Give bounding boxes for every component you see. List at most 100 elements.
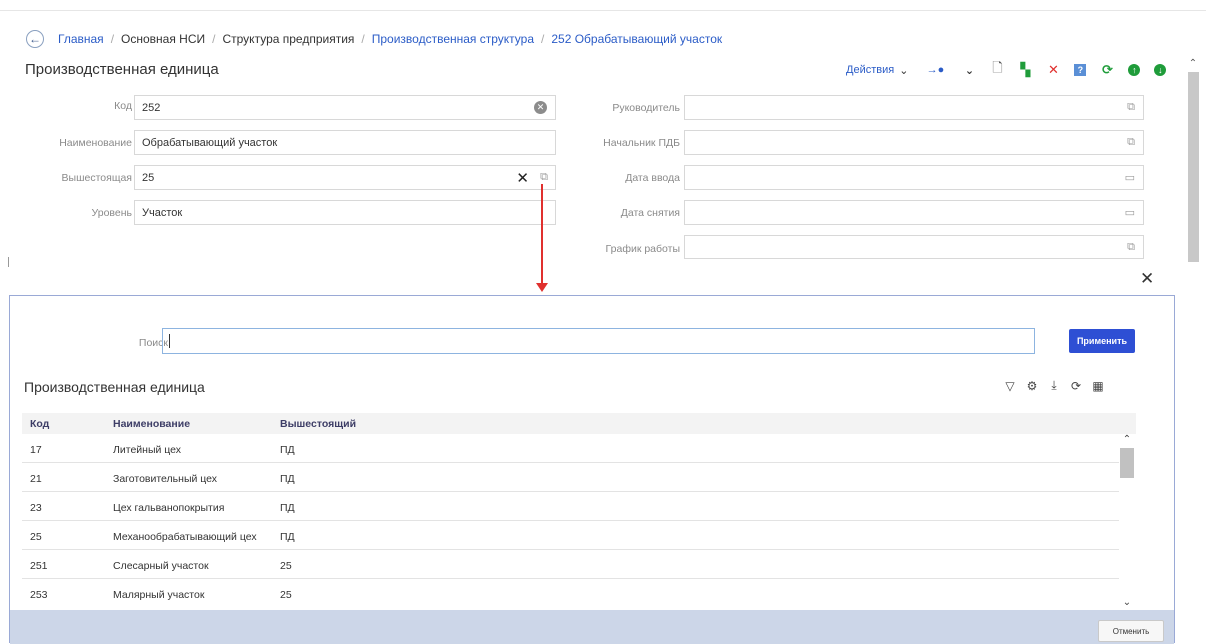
- breadcrumb-current[interactable]: 252 Обрабатывающий участок: [551, 32, 722, 46]
- select-dialog-icon[interactable]: ⧉: [1127, 101, 1135, 114]
- scroll-down-icon[interactable]: ⌄: [1119, 597, 1135, 608]
- refresh-icon[interactable]: ⟳: [1100, 62, 1114, 77]
- table-header: Код Наименование Вышестоящий: [22, 413, 1136, 434]
- cell-parent: 25: [280, 560, 292, 572]
- cancel-button[interactable]: Отменить: [1098, 620, 1164, 642]
- close-modal-icon[interactable]: ✕: [1140, 269, 1154, 289]
- toolbar: Действия ⌄ →● ⌄ 🗋 ▚ ✕ ? ⟳ ↑ ↓: [846, 60, 1180, 78]
- table-row[interactable]: 17 Литейный цех ПД: [22, 434, 1119, 463]
- divider: [8, 257, 9, 267]
- breadcrumb-separator: /: [212, 32, 216, 46]
- copy-icon[interactable]: ▚: [1018, 62, 1032, 77]
- filter-icon[interactable]: ▽: [999, 379, 1021, 393]
- breadcrumb-separator: /: [541, 32, 545, 46]
- table-scrollbar[interactable]: ⌃ ⌄: [1119, 434, 1135, 608]
- cell-code: 23: [30, 502, 42, 514]
- column-code[interactable]: Код: [30, 418, 49, 430]
- help-icon[interactable]: ?: [1074, 64, 1087, 76]
- annotation-arrow-head: [536, 283, 548, 292]
- name-label: Наименование: [59, 137, 132, 149]
- top-divider: [0, 10, 1206, 11]
- head-field[interactable]: ⧉: [684, 95, 1144, 120]
- chevron-down-icon: ⌄: [899, 64, 909, 77]
- breadcrumb-production[interactable]: Производственная структура: [372, 32, 534, 46]
- start-date-label: Дата ввода: [625, 172, 680, 184]
- name-value: Обрабатывающий участок: [142, 136, 278, 149]
- cell-name: Слесарный участок: [113, 560, 209, 572]
- table-row[interactable]: 251 Слесарный участок 25: [22, 550, 1119, 579]
- level-label: Уровень: [91, 207, 132, 219]
- table-row[interactable]: 23 Цех гальванопокрытия ПД: [22, 492, 1119, 521]
- cell-name: Малярный участок: [113, 589, 205, 601]
- column-name[interactable]: Наименование: [113, 418, 190, 430]
- chevron-down-icon[interactable]: ⌄: [962, 63, 976, 77]
- columns-icon[interactable]: ▦: [1087, 379, 1109, 393]
- parent-value: 25: [142, 171, 155, 184]
- breadcrumb-separator: /: [110, 32, 115, 46]
- route-icon[interactable]: →●: [922, 63, 948, 77]
- cell-name: Заготовительный цех: [113, 473, 218, 485]
- cell-name: Механообрабатывающий цех: [113, 531, 257, 543]
- level-value: Участок: [142, 206, 183, 219]
- move-up-icon[interactable]: ↑: [1128, 64, 1141, 76]
- select-dialog-icon[interactable]: ⧉: [1127, 136, 1135, 149]
- end-date-field[interactable]: ▭: [684, 200, 1144, 225]
- breadcrumb-home[interactable]: Главная: [58, 32, 104, 46]
- refresh-icon[interactable]: ⟳: [1065, 379, 1087, 393]
- select-dialog-icon[interactable]: ⧉: [540, 171, 548, 184]
- table-row[interactable]: 253 Малярный участок 25: [22, 579, 1119, 608]
- start-date-field[interactable]: ▭: [684, 165, 1144, 190]
- select-modal: Поиск Применить Производственная единица…: [9, 295, 1175, 644]
- actions-menu[interactable]: Действия ⌄: [846, 64, 908, 77]
- scroll-up-icon[interactable]: ⌃: [1186, 58, 1200, 72]
- cell-code: 253: [30, 589, 48, 601]
- page-title: Производственная единица: [25, 61, 219, 78]
- breadcrumb: ← Главная / Основная НСИ / Структура пре…: [26, 30, 722, 48]
- code-label: Код: [114, 100, 132, 112]
- pdb-head-label: Начальник ПДБ: [603, 137, 680, 149]
- back-button[interactable]: ←: [26, 30, 44, 48]
- schedule-field[interactable]: ⧉: [684, 235, 1144, 259]
- download-icon[interactable]: ⤓: [1043, 378, 1065, 393]
- search-input[interactable]: [162, 328, 1035, 354]
- table-row[interactable]: 25 Механообрабатывающий цех ПД: [22, 521, 1119, 550]
- pdb-head-field[interactable]: ⧉: [684, 130, 1144, 155]
- move-down-icon[interactable]: ↓: [1154, 64, 1167, 76]
- table-row[interactable]: 21 Заготовительный цех ПД: [22, 463, 1119, 492]
- clear-icon[interactable]: ✕: [516, 169, 529, 187]
- new-document-icon[interactable]: 🗋: [990, 60, 1004, 77]
- parent-field[interactable]: 25 ✕ ⧉: [134, 165, 556, 190]
- clear-icon[interactable]: ✕: [534, 101, 547, 114]
- level-field[interactable]: Участок: [134, 200, 556, 225]
- cell-parent: ПД: [280, 473, 295, 485]
- calendar-icon[interactable]: ▭: [1125, 171, 1135, 184]
- cell-parent: ПД: [280, 444, 295, 456]
- cell-code: 21: [30, 473, 42, 485]
- select-dialog-icon[interactable]: ⧉: [1127, 241, 1135, 254]
- scrollbar-thumb[interactable]: [1120, 448, 1134, 478]
- breadcrumb-nsi[interactable]: Основная НСИ: [121, 32, 205, 46]
- scrollbar-thumb[interactable]: [1188, 72, 1199, 262]
- breadcrumb-structure[interactable]: Структура предприятия: [222, 32, 354, 46]
- cell-name: Цех гальванопокрытия: [113, 502, 225, 514]
- table-body: 17 Литейный цех ПД 21 Заготовительный це…: [22, 434, 1119, 608]
- settings-icon[interactable]: ⚙: [1021, 379, 1043, 393]
- page-scrollbar[interactable]: ⌃: [1186, 58, 1200, 263]
- cell-code: 17: [30, 444, 42, 456]
- cell-parent: ПД: [280, 531, 295, 543]
- breadcrumb-separator: /: [361, 32, 365, 46]
- head-label: Руководитель: [612, 102, 680, 114]
- delete-icon[interactable]: ✕: [1046, 62, 1060, 77]
- schedule-label: График работы: [605, 243, 680, 255]
- name-field[interactable]: Обрабатывающий участок: [134, 130, 556, 155]
- arrow-left-icon: ←: [29, 32, 41, 46]
- scroll-up-icon[interactable]: ⌃: [1119, 434, 1135, 448]
- cell-parent: ПД: [280, 502, 295, 514]
- apply-button[interactable]: Применить: [1069, 329, 1135, 353]
- column-parent[interactable]: Вышестоящий: [280, 418, 356, 430]
- end-date-label: Дата снятия: [620, 207, 680, 219]
- calendar-icon[interactable]: ▭: [1125, 206, 1135, 219]
- modal-footer: Отменить: [10, 610, 1174, 644]
- parent-label: Вышестоящая: [61, 172, 132, 184]
- code-field[interactable]: 252 ✕: [134, 95, 556, 120]
